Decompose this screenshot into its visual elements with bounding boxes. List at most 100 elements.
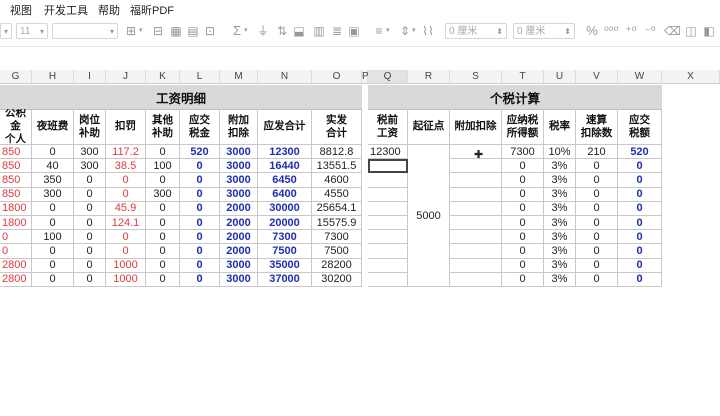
table-cell[interactable]: 0: [74, 173, 106, 188]
column-header[interactable]: X: [662, 70, 720, 84]
table-cell[interactable]: 35000: [258, 258, 312, 273]
table-cell[interactable]: 6450: [258, 173, 312, 188]
table-cell[interactable]: 3%: [544, 258, 576, 273]
table-cell[interactable]: 0: [146, 201, 180, 216]
table-cell[interactable]: 0: [618, 230, 662, 245]
table-cell[interactable]: [450, 187, 502, 202]
table-cell[interactable]: 0: [180, 258, 220, 273]
spacing-icon[interactable]: ⇕: [398, 24, 412, 38]
table-cell[interactable]: 850: [0, 187, 32, 202]
table-cell[interactable]: 0: [74, 272, 106, 287]
table-cell[interactable]: 0: [32, 145, 74, 160]
table-cell[interactable]: 0: [180, 187, 220, 202]
chevron-down-icon[interactable]: ▾: [412, 26, 416, 34]
table-cell[interactable]: [450, 173, 502, 188]
percent-icon[interactable]: %: [585, 24, 599, 38]
table-cell[interactable]: 3%: [544, 173, 576, 188]
table-cell[interactable]: 1800: [0, 201, 32, 216]
table-cell[interactable]: 0: [0, 244, 32, 259]
table-cell[interactable]: 0: [618, 272, 662, 287]
table-cell[interactable]: 0: [74, 187, 106, 202]
table-cell[interactable]: 0: [32, 244, 74, 259]
table-cell[interactable]: 3%: [544, 187, 576, 202]
filter-icon[interactable]: ⏚: [256, 24, 270, 38]
table-cell[interactable]: 3000: [220, 258, 258, 273]
margin-input-1[interactable]: 0 厘米 ⬍: [445, 23, 507, 39]
table-cell[interactable]: 3%: [544, 216, 576, 231]
table-cell[interactable]: 3000: [220, 145, 258, 160]
table-cell[interactable]: 350: [32, 173, 74, 188]
column-header[interactable]: K: [146, 70, 180, 84]
table-cell[interactable]: 2000: [220, 201, 258, 216]
style-icon[interactable]: ◫: [684, 24, 698, 38]
decrease-decimal-icon[interactable]: ⁻⁰: [643, 24, 657, 38]
freeze-icon[interactable]: ⊡: [203, 24, 217, 38]
table-cell[interactable]: 0: [502, 230, 544, 245]
table-cell[interactable]: 13551.5: [312, 159, 362, 174]
table-cell[interactable]: 0: [576, 159, 618, 174]
table-cell[interactable]: 0: [32, 258, 74, 273]
table-cell[interactable]: 0: [32, 201, 74, 216]
table-cell[interactable]: 0: [502, 244, 544, 259]
table-cell[interactable]: 0: [146, 230, 180, 245]
table-cell[interactable]: 15575.9: [312, 216, 362, 231]
table-cell[interactable]: 0: [146, 216, 180, 231]
table-cell[interactable]: [368, 201, 408, 216]
increase-decimal-icon[interactable]: ⁺⁰: [624, 24, 638, 38]
table-cell[interactable]: 0: [618, 201, 662, 216]
table-cell[interactable]: 0: [576, 258, 618, 273]
table-cell[interactable]: 0: [576, 230, 618, 245]
table-cell[interactable]: 7300: [258, 230, 312, 245]
column-header[interactable]: N: [258, 70, 312, 84]
font-name-dropdown[interactable]: ▾: [0, 23, 12, 39]
align-icon[interactable]: ≡: [372, 24, 386, 38]
font-size-dropdown[interactable]: 11 ▾: [16, 23, 48, 39]
table-cell[interactable]: 30000: [258, 201, 312, 216]
table-cell[interactable]: 1800: [0, 216, 32, 231]
column-header[interactable]: H: [32, 70, 74, 84]
table-cell[interactable]: 20000: [258, 216, 312, 231]
table-cell[interactable]: 6400: [258, 187, 312, 202]
margin-input-2[interactable]: 0 厘米 ⬍: [513, 23, 575, 39]
grid-icon[interactable]: ▤: [186, 24, 200, 38]
chevron-down-icon[interactable]: ▾: [139, 26, 143, 34]
table-cell[interactable]: [368, 187, 408, 202]
chevron-down-icon[interactable]: ▾: [244, 26, 248, 34]
table-cell[interactable]: 0: [74, 258, 106, 273]
table-cell[interactable]: 0: [576, 244, 618, 259]
table-cell[interactable]: 0: [502, 201, 544, 216]
table-cell[interactable]: 4550: [312, 187, 362, 202]
table-cell[interactable]: 0: [146, 272, 180, 287]
selected-cell[interactable]: [368, 159, 408, 174]
table-cell[interactable]: 300: [32, 187, 74, 202]
wave-icon[interactable]: ⌇⌇: [420, 24, 436, 38]
column-header[interactable]: G: [0, 70, 32, 84]
table-cell[interactable]: 2800: [0, 272, 32, 287]
table-cell[interactable]: 0: [502, 173, 544, 188]
table-cell[interactable]: 0: [180, 216, 220, 231]
table-cell[interactable]: 0: [180, 159, 220, 174]
table-cell[interactable]: 0: [576, 173, 618, 188]
table-cell[interactable]: 0: [180, 244, 220, 259]
table-cell[interactable]: 520: [618, 145, 662, 160]
column-header[interactable]: L: [180, 70, 220, 84]
column-header[interactable]: T: [502, 70, 544, 84]
table-cell[interactable]: 37000: [258, 272, 312, 287]
table-cell[interactable]: 0: [106, 230, 146, 245]
table-cell[interactable]: [368, 230, 408, 245]
table-cell[interactable]: 0: [502, 258, 544, 273]
table-cell[interactable]: 25654.1: [312, 201, 362, 216]
table-cell[interactable]: 0: [146, 173, 180, 188]
table-cell[interactable]: 0: [576, 272, 618, 287]
table-cell[interactable]: 12300: [258, 145, 312, 160]
table-cell[interactable]: 0: [502, 187, 544, 202]
table-cell[interactable]: [450, 216, 502, 231]
table-cell[interactable]: 0: [180, 230, 220, 245]
table-cell[interactable]: 3000: [220, 173, 258, 188]
table-cell[interactable]: 4600: [312, 173, 362, 188]
table-cell[interactable]: 3%: [544, 272, 576, 287]
sum-icon[interactable]: Σ: [230, 24, 244, 38]
table-cell[interactable]: 8812.8: [312, 145, 362, 160]
table-cell[interactable]: 3000: [220, 272, 258, 287]
table-cell[interactable]: 850: [0, 173, 32, 188]
